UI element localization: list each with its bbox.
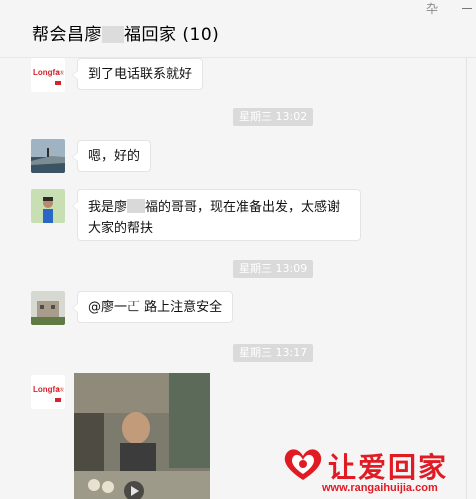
- image-message[interactable]: [74, 373, 210, 499]
- photo-thumbnail: [74, 373, 210, 499]
- message-bubble[interactable]: 我是廖 福的哥哥，现在准备出发，太感谢 大家的帮扶: [72, 189, 361, 241]
- redacted-name: [127, 199, 146, 213]
- message-text: 福的哥哥，现在准备出发，太感谢: [145, 200, 341, 215]
- longfa-logo-icon: Longfa 龙发: [31, 375, 65, 409]
- chat-title: 帮会昌廖 福回家 (10): [32, 20, 219, 45]
- message-bubble[interactable]: @廖一𠀀 路上注意安全: [71, 291, 234, 323]
- pin-icon[interactable]: 卆: [425, 2, 439, 16]
- message-line-1: 我是廖 福的哥哥，现在准备出发，太感谢: [88, 197, 350, 218]
- person-photo-icon: [31, 189, 65, 223]
- seaside-photo-icon: [31, 139, 65, 173]
- timestamp: 星期三 13:02: [233, 108, 314, 126]
- message-text: @廖一𠀀 路上注意安全: [88, 300, 223, 315]
- watermark: 让爱回家 www.rangaihuijia.com: [278, 440, 474, 499]
- chat-header: 帮会昌廖 福回家 (10) 卆: [0, 0, 476, 58]
- message-bubble[interactable]: 嗯，好的: [71, 140, 152, 172]
- timestamp: 星期三 13:17: [233, 344, 314, 362]
- minimize-icon[interactable]: [462, 8, 472, 9]
- message-text: 嗯，好的: [88, 149, 141, 164]
- avatar-person[interactable]: [31, 189, 65, 223]
- building-photo-icon: [31, 291, 65, 325]
- avatar-longfa[interactable]: Longfa 龙发: [31, 58, 65, 92]
- chat-title-suffix: 福回家 (10): [124, 25, 220, 45]
- longfa-small-text: 龙发: [56, 69, 64, 75]
- timestamp: 星期三 13:09: [233, 260, 314, 278]
- avatar-seaside[interactable]: [31, 139, 65, 173]
- message-bubble[interactable]: 到了电话联系就好: [71, 58, 204, 90]
- scrollbar-track[interactable]: [466, 58, 467, 499]
- redacted-name: [102, 26, 124, 43]
- avatar-longfa[interactable]: Longfa 龙发: [31, 375, 65, 409]
- longfa-logo-icon: Longfa 龙发: [31, 58, 65, 92]
- longfa-small-text: 龙发: [56, 386, 64, 392]
- heart-hands-icon: [284, 449, 322, 480]
- message-text: 我是廖: [88, 200, 128, 215]
- avatar-building[interactable]: [31, 291, 65, 325]
- watermark-url: www.rangaihuijia.com: [322, 482, 438, 494]
- message-line-2: 大家的帮扶: [88, 221, 154, 236]
- chat-title-prefix: 帮会昌廖: [32, 25, 102, 45]
- watermark-text: 让爱回家: [328, 451, 449, 484]
- message-text: 到了电话联系就好: [88, 67, 193, 82]
